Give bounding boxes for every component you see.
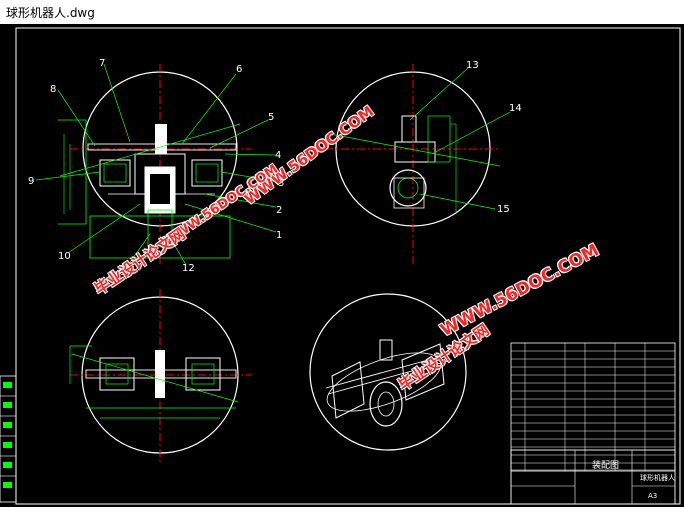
title-block-sheet-size: A3 (648, 492, 657, 500)
window-title: 球形机器人.dwg (6, 6, 95, 20)
callout-5: 5 (268, 112, 274, 123)
callout-12: 12 (182, 263, 195, 274)
view-side: 13 14 15 (325, 60, 522, 264)
drawing-canvas[interactable]: 7 8 6 5 4 3 2 1 9 10 11 12 13 14 15 装配图 … (0, 24, 684, 507)
view-isometric (309, 293, 467, 451)
callout-10: 10 (58, 251, 71, 262)
callout-4: 4 (275, 150, 281, 161)
callout-7: 7 (99, 58, 105, 69)
title-block-title: 装配图 (592, 459, 619, 471)
title-bar: 球形机器人.dwg (0, 0, 684, 24)
title-block-drawing-name: 球形机器人 (640, 473, 675, 482)
callout-1: 1 (276, 230, 282, 241)
title-block: 装配图 球形机器人 A3 (510, 449, 676, 505)
callout-13: 13 (466, 60, 479, 71)
left-margin-table (0, 375, 17, 503)
callout-8: 8 (50, 84, 56, 95)
view-top (69, 289, 252, 464)
callout-9: 9 (28, 176, 34, 187)
callout-2: 2 (276, 205, 282, 216)
callout-15: 15 (497, 204, 510, 215)
callout-6: 6 (236, 64, 242, 75)
parts-list (510, 342, 676, 472)
callout-14: 14 (509, 103, 522, 114)
